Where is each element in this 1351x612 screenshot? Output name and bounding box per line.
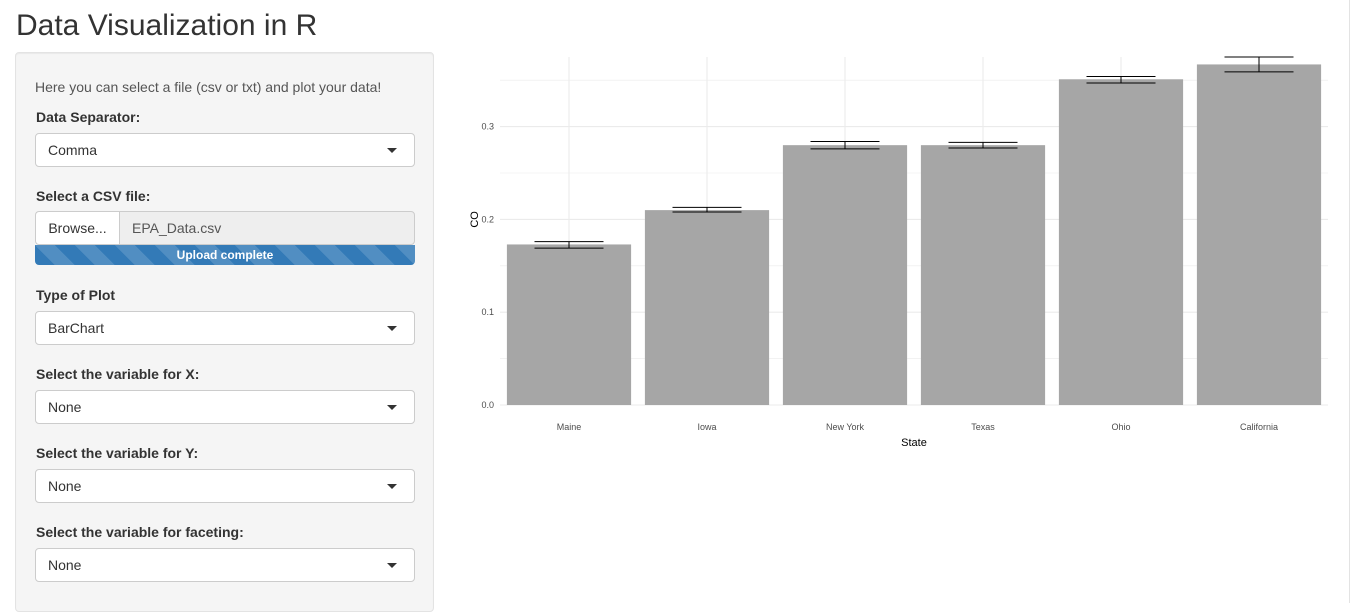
plot-type-selected-value: BarChart <box>48 320 105 336</box>
x-tick-label: Iowa <box>697 422 716 432</box>
x-tick-label: Maine <box>557 422 582 432</box>
y-axis-title: CO <box>469 211 481 228</box>
file-name-field[interactable]: EPA_Data.csv <box>119 211 415 245</box>
plot-type-select[interactable]: BarChart <box>35 311 415 345</box>
x-tick-label: California <box>1240 422 1278 432</box>
bar <box>1196 64 1322 405</box>
x-variable-selected-value: None <box>48 399 82 415</box>
bar <box>920 145 1046 405</box>
x-tick-label: New York <box>826 422 865 432</box>
x-variable-label: Select the variable for X: <box>36 366 200 382</box>
facet-variable-label: Select the variable for faceting: <box>36 524 244 540</box>
bar <box>782 145 908 405</box>
x-axis-title: State <box>901 437 927 449</box>
y-tick-label: 0.1 <box>481 307 494 317</box>
upload-progress-text: Upload complete <box>176 248 274 262</box>
y-tick-label: 0.3 <box>481 122 494 132</box>
x-tick-label: Texas <box>971 422 995 432</box>
intro-text: Here you can select a file (csv or txt) … <box>35 79 382 95</box>
caret-down-icon <box>387 563 397 568</box>
y-variable-label: Select the variable for Y: <box>36 445 199 461</box>
upload-progress-bar: Upload complete <box>35 245 415 265</box>
file-label: Select a CSV file: <box>36 188 151 204</box>
page-title: Data Visualization in R <box>16 9 318 42</box>
file-input-group: Browse... EPA_Data.csv <box>35 211 415 245</box>
caret-down-icon <box>387 484 397 489</box>
plot-type-label: Type of Plot <box>36 287 116 303</box>
facet-variable-select[interactable]: None <box>35 548 415 582</box>
caret-down-icon <box>387 148 397 153</box>
separator-selected-value: Comma <box>48 142 98 158</box>
caret-down-icon <box>387 405 397 410</box>
bar <box>644 210 770 405</box>
y-variable-selected-value: None <box>48 478 82 494</box>
window-edge <box>1349 0 1350 603</box>
separator-select[interactable]: Comma <box>35 133 415 167</box>
x-variable-select[interactable]: None <box>35 390 415 424</box>
y-tick-label: 0.0 <box>481 400 494 410</box>
bar <box>506 244 632 405</box>
x-tick-label: Ohio <box>1111 422 1130 432</box>
y-variable-select[interactable]: None <box>35 469 415 503</box>
bar <box>1058 79 1184 405</box>
y-tick-label: 0.2 <box>481 214 494 224</box>
bar-chart: 0.0 0.1 0.2 0.3 Maine Iowa New York Texas Ohio Ca… <box>469 56 1328 449</box>
sidebar-panel: Here you can select a file (csv or txt) … <box>15 52 434 612</box>
separator-label: Data Separator: <box>36 109 141 125</box>
facet-variable-selected-value: None <box>48 557 82 573</box>
browse-button[interactable]: Browse... <box>35 211 119 245</box>
caret-down-icon <box>387 326 397 331</box>
